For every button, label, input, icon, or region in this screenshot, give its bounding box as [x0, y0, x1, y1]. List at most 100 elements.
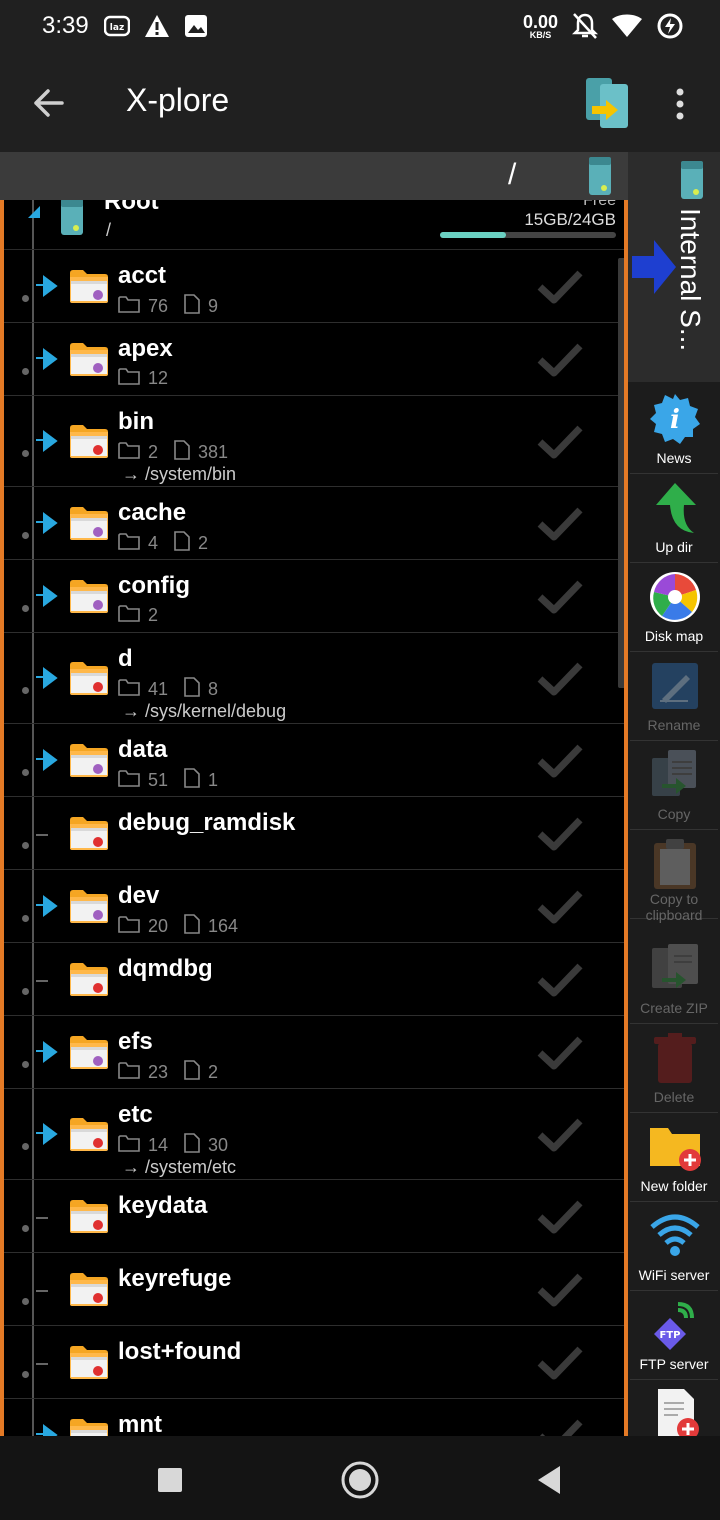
create-zip-button[interactable]: Create ZIP	[630, 938, 718, 1024]
copy-to-clipboard-button[interactable]: Copy to clipboard	[630, 833, 718, 923]
folder-name: keydata	[118, 1192, 208, 1219]
delete-label: Delete	[653, 1089, 695, 1105]
folder-name: acct	[118, 262, 167, 289]
select-checkmark-icon[interactable]	[536, 1033, 584, 1073]
select-checkmark-icon[interactable]	[536, 1416, 584, 1436]
file-count-icon	[174, 440, 190, 465]
subfolder-count: 23	[148, 1062, 169, 1082]
folder-icon	[68, 887, 110, 925]
expand-arrow-icon[interactable]	[36, 1122, 58, 1145]
folder-row-dqmdbg[interactable]: dqmdbg	[4, 943, 624, 1016]
file-count: 2	[198, 533, 209, 553]
scrollbar[interactable]	[618, 258, 624, 688]
select-checkmark-icon[interactable]	[536, 1270, 584, 1310]
expand-arrow-icon[interactable]	[36, 274, 58, 297]
expand-arrow-icon[interactable]	[36, 1040, 58, 1063]
select-checkmark-icon[interactable]	[536, 577, 584, 617]
folder-row-d[interactable]: d 41 8 → /sys/kernel/debug	[4, 633, 624, 724]
disk-map-button[interactable]: Disk map	[630, 566, 718, 652]
folder-name: etc	[118, 1101, 153, 1128]
select-checkmark-icon[interactable]	[536, 504, 584, 544]
folder-row-keyrefuge[interactable]: keyrefuge	[4, 1253, 624, 1326]
path-bar[interactable]: /	[0, 152, 628, 200]
folder-row-keydata[interactable]: keydata	[4, 1180, 624, 1253]
folder-row-lost-found[interactable]: lost+found	[4, 1326, 624, 1399]
more-vert-icon[interactable]	[668, 84, 692, 124]
select-checkmark-icon[interactable]	[536, 741, 584, 781]
select-checkmark-icon[interactable]	[536, 340, 584, 380]
rename-button[interactable]: Rename	[630, 655, 718, 741]
select-checkmark-icon[interactable]	[536, 1115, 584, 1155]
folder-icon	[68, 1343, 110, 1381]
expand-arrow-icon[interactable]	[36, 748, 58, 771]
recents-button[interactable]	[150, 1460, 190, 1500]
subfolder-count: 14	[148, 1135, 169, 1155]
subfolder-count-icon	[118, 915, 140, 938]
folder-row-cache[interactable]: cache 4 2	[4, 487, 624, 560]
folder-row-bin[interactable]: bin 2 381 → /system/bin	[4, 396, 624, 487]
copy-icon	[648, 748, 702, 802]
folder-row-etc[interactable]: etc 14 30 → /system/etc	[4, 1089, 624, 1180]
folder-row-data[interactable]: data 51 1	[4, 724, 624, 797]
free-label: Free	[583, 200, 616, 209]
folder-icon	[68, 577, 110, 615]
folder-row-mnt[interactable]: mnt	[4, 1399, 624, 1436]
collapse-arrow-icon[interactable]	[26, 204, 42, 220]
expand-arrow-icon[interactable]	[36, 511, 58, 534]
file-count: 9	[208, 296, 219, 316]
copy-button[interactable]: Copy	[630, 744, 718, 830]
folder-row-dev[interactable]: dev 20 164	[4, 870, 624, 943]
expand-arrow-icon[interactable]	[36, 347, 58, 370]
up-dir-button[interactable]: Up dir	[630, 477, 718, 563]
folder-row-config[interactable]: config 2	[4, 560, 624, 633]
folder-row-apex[interactable]: apex 12	[4, 323, 624, 396]
wifi-server-button[interactable]: WiFi server	[630, 1205, 718, 1291]
back-arrow-icon[interactable]	[28, 82, 70, 124]
expand-arrow-icon[interactable]	[36, 1423, 58, 1436]
new-file-button[interactable]	[630, 1383, 718, 1440]
select-checkmark-icon[interactable]	[536, 659, 584, 699]
news-button[interactable]: i News	[630, 388, 718, 474]
expand-arrow-icon[interactable]	[36, 666, 58, 689]
select-checkmark-icon[interactable]	[536, 887, 584, 927]
internal-storage-tab[interactable]: Internal S...	[628, 152, 720, 382]
back-button[interactable]	[530, 1460, 570, 1500]
file-count: 164	[208, 916, 239, 936]
folder-icon	[68, 422, 110, 460]
delete-icon	[648, 1031, 702, 1085]
expand-arrow-icon[interactable]	[36, 584, 58, 607]
copy-to-clipboard-icon	[648, 837, 702, 891]
expand-arrow-icon[interactable]	[36, 429, 58, 452]
folder-row-efs[interactable]: efs 23 2	[4, 1016, 624, 1089]
app-title: X-plore	[126, 82, 230, 118]
select-checkmark-icon[interactable]	[536, 267, 584, 307]
select-checkmark-icon[interactable]	[536, 960, 584, 1000]
select-checkmark-icon[interactable]	[536, 814, 584, 854]
root-row[interactable]: Root / Free 15GB/24GB	[4, 200, 624, 250]
folder-icon	[68, 1416, 110, 1436]
folder-list: acct 76 9 apex 12 bin 2 381 → /system/bin cache 4 2…	[4, 250, 624, 1436]
mute-icon	[572, 13, 598, 39]
symlink-target: → /system/etc	[122, 1157, 237, 1177]
folder-icon	[68, 340, 110, 378]
folder-row-debug-ramdisk[interactable]: debug_ramdisk	[4, 797, 624, 870]
switch-pane-icon[interactable]	[582, 76, 632, 130]
subfolder-count-icon	[118, 1134, 140, 1157]
select-checkmark-icon[interactable]	[536, 1343, 584, 1383]
folder-row-acct[interactable]: acct 76 9	[4, 250, 624, 323]
file-tree-pane[interactable]: Root / Free 15GB/24GB acct 76 9 apex 12 bin 2 3…	[0, 200, 628, 1436]
home-button[interactable]	[340, 1460, 380, 1500]
new-folder-button[interactable]: New folder	[630, 1116, 718, 1202]
select-checkmark-icon[interactable]	[536, 422, 584, 462]
image-icon	[185, 15, 207, 37]
expand-arrow-icon[interactable]	[36, 894, 58, 917]
ftp-server-button[interactable]: FTP FTP server	[630, 1294, 718, 1380]
folder-name: debug_ramdisk	[118, 809, 296, 836]
folder-name: lost+found	[118, 1338, 242, 1365]
select-checkmark-icon[interactable]	[536, 1197, 584, 1237]
new-folder-label: New folder	[640, 1178, 708, 1194]
rename-label: Rename	[647, 717, 701, 733]
folder-icon	[68, 1270, 110, 1308]
delete-button[interactable]: Delete	[630, 1027, 718, 1113]
battery-charging-icon	[657, 13, 683, 39]
